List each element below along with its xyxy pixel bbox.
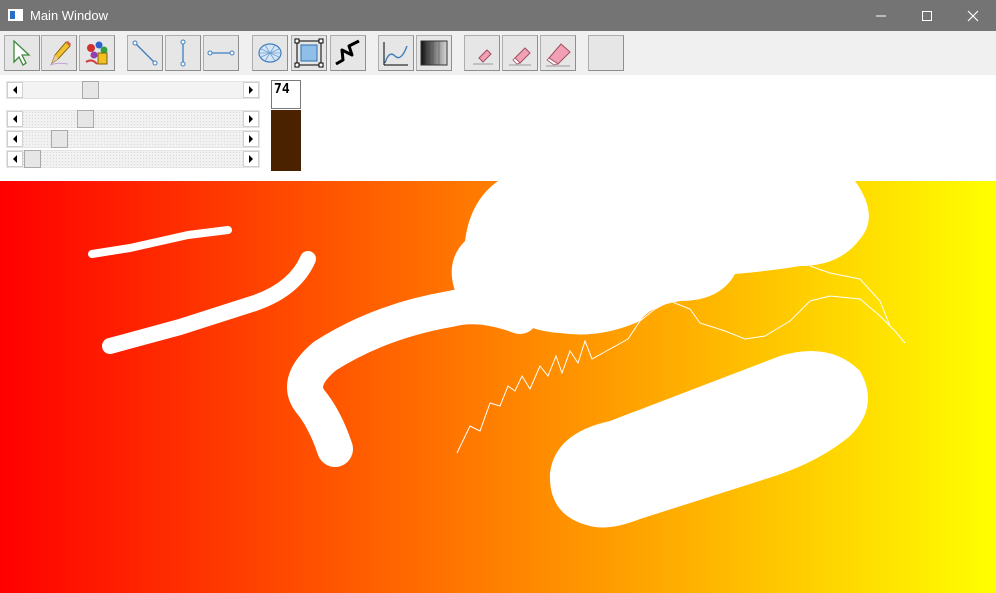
drawing-canvas[interactable] (0, 181, 996, 593)
close-icon (967, 10, 979, 21)
minimize-button[interactable] (858, 0, 904, 31)
slider-thumb[interactable] (24, 150, 41, 168)
mesh-tool-button[interactable] (252, 35, 288, 71)
toolbar (0, 31, 996, 75)
scroll-left-arrow[interactable] (7, 111, 23, 127)
horizontal-line-icon (207, 50, 235, 56)
slider-thumb[interactable] (82, 81, 99, 99)
vertical-line-tool-button[interactable] (165, 35, 201, 71)
paint-bucket-icon (85, 41, 108, 65)
large-eraser-icon (546, 43, 571, 67)
scroll-left-arrow[interactable] (7, 151, 23, 167)
window-title: Main Window (30, 8, 109, 23)
rectangle-select-icon (294, 38, 324, 68)
zigzag-icon (335, 39, 360, 66)
canvas-artwork (0, 181, 996, 593)
curve-tool-button[interactable] (378, 35, 414, 71)
medium-eraser-icon (509, 47, 531, 66)
app-icon (8, 9, 23, 21)
diagonal-line-tool-button[interactable] (127, 35, 163, 71)
brush-size-display: 74 (271, 80, 301, 109)
horizontal-line-tool-button[interactable] (203, 35, 239, 71)
arrow-cursor-icon (13, 39, 31, 66)
title-bar: Main Window (0, 0, 996, 31)
medium-eraser-tool-button[interactable] (502, 35, 538, 71)
gradient-tool-button[interactable] (416, 35, 452, 71)
scroll-right-arrow[interactable] (243, 82, 259, 98)
blue-slider[interactable] (6, 150, 260, 168)
paint-tool-button[interactable] (79, 35, 115, 71)
pencil-tool-button[interactable] (41, 35, 77, 71)
minimize-icon (876, 15, 886, 16)
scroll-left-arrow[interactable] (7, 82, 23, 98)
curve-icon (383, 42, 408, 66)
red-slider[interactable] (6, 110, 260, 128)
rectangle-select-tool-button[interactable] (291, 35, 327, 71)
controls-panel (0, 75, 996, 181)
close-button[interactable] (950, 0, 996, 31)
maximize-icon (922, 10, 932, 21)
slider-thumb[interactable] (51, 130, 68, 148)
gradient-icon (420, 40, 448, 66)
maximize-button[interactable] (904, 0, 950, 31)
scroll-right-arrow[interactable] (243, 151, 259, 167)
scroll-right-arrow[interactable] (243, 111, 259, 127)
select-tool-button[interactable] (4, 35, 40, 71)
small-eraser-icon (473, 49, 493, 65)
slider-thumb[interactable] (77, 110, 94, 128)
brush-size-value: 74 (274, 82, 290, 97)
blank-tool-button[interactable] (588, 35, 624, 71)
mesh-icon (258, 43, 282, 63)
vertical-line-icon (180, 39, 186, 67)
scroll-left-arrow[interactable] (7, 131, 23, 147)
diagonal-line-icon (132, 40, 158, 66)
scroll-right-arrow[interactable] (243, 131, 259, 147)
small-eraser-tool-button[interactable] (464, 35, 500, 71)
green-slider[interactable] (6, 130, 260, 148)
zigzag-tool-button[interactable] (330, 35, 366, 71)
large-eraser-tool-button[interactable] (540, 35, 576, 71)
current-color-swatch (271, 110, 301, 171)
brush-size-slider[interactable] (6, 81, 260, 99)
pencil-icon (49, 41, 71, 66)
